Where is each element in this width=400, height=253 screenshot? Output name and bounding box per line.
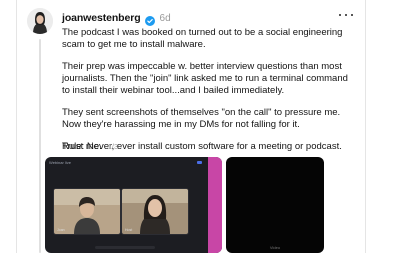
media-screenshot-1[interactable]: Webinar live Joan Host — [45, 157, 222, 253]
post-paragraph: The podcast I was booked on turned out t… — [62, 27, 343, 51]
pink-side-panel — [208, 157, 222, 253]
video-tile-2: Host — [121, 188, 189, 235]
post-time[interactable]: 6d — [160, 13, 171, 24]
thread-line — [39, 39, 41, 253]
media-screenshot-2[interactable]: Video — [226, 157, 324, 253]
carousel-counter: 1/3 — [107, 142, 119, 151]
avatar-image — [27, 8, 53, 34]
media-label: Video — [269, 245, 281, 250]
post-closing: Trust me. 1/3 — [62, 141, 118, 152]
avatar[interactable] — [27, 8, 53, 34]
video-tile-1: Joan — [53, 188, 121, 235]
more-options-icon[interactable] — [339, 10, 353, 20]
post-paragraph: They sent screenshots of themselves "on … — [62, 107, 341, 131]
tile-name: Joan — [57, 228, 65, 232]
call-controls-bar — [95, 246, 155, 249]
closing-text: Trust me. — [62, 141, 102, 152]
post-header: joanwestenberg 6d — [62, 10, 171, 26]
verified-check-icon — [144, 13, 155, 26]
screenshot-topbar-label: Webinar live — [49, 160, 71, 165]
tile-name: Host — [125, 228, 133, 232]
screenshot-topbar-indicator — [197, 161, 202, 164]
post-paragraph: Their prep was impeccable w. better inte… — [62, 60, 348, 97]
username[interactable]: joanwestenberg — [62, 12, 141, 24]
